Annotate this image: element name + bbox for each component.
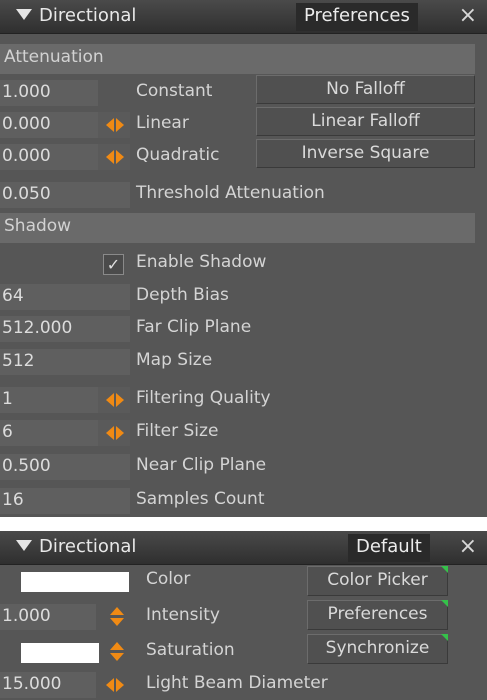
map-size-label: Map Size: [136, 350, 213, 370]
up-down-arrows-icon[interactable]: [110, 607, 124, 627]
intensity-field[interactable]: 1.000: [0, 604, 96, 630]
preferences-button-label: Preferences: [327, 604, 428, 624]
filtering-quality-label: Filtering Quality: [136, 388, 271, 408]
default-tab[interactable]: Default: [348, 534, 430, 562]
left-right-arrows-icon[interactable]: [106, 393, 126, 407]
collapse-triangle-icon[interactable]: [16, 540, 32, 551]
linear-label: Linear: [136, 113, 189, 133]
collapse-triangle-icon[interactable]: [16, 9, 32, 20]
threshold-attenuation-label: Threshold Attenuation: [136, 183, 325, 203]
color-picker-button-label: Color Picker: [327, 570, 428, 590]
synchronize-button[interactable]: Synchronize: [307, 634, 448, 664]
green-corner-icon: [441, 566, 448, 573]
filter-size-label: Filter Size: [136, 421, 219, 441]
left-right-arrows-icon[interactable]: [106, 678, 126, 692]
left-right-arrows-icon[interactable]: [106, 426, 126, 440]
preferences-tab[interactable]: Preferences: [296, 3, 418, 31]
depth-bias-row: 64 Depth Bias: [0, 282, 475, 312]
left-right-arrows-icon[interactable]: [106, 150, 126, 164]
enable-shadow-row: ✓ Enable Shadow: [0, 249, 475, 279]
threshold-attenuation-row: 0.050 Threshold Attenuation: [0, 180, 475, 210]
up-down-arrows-icon[interactable]: [110, 642, 124, 662]
near-clip-plane-label: Near Clip Plane: [136, 455, 267, 475]
green-corner-icon: [441, 600, 448, 607]
linear-field[interactable]: 0.000: [0, 112, 98, 138]
constant-field[interactable]: 1.000: [0, 80, 98, 106]
quadratic-label: Quadratic: [136, 145, 220, 165]
saturation-swatch[interactable]: [21, 643, 99, 663]
far-clip-plane-field[interactable]: 512.000: [0, 316, 130, 342]
no-falloff-button[interactable]: No Falloff: [256, 75, 475, 104]
panel-header[interactable]: Directional Preferences ×: [0, 0, 487, 34]
shadow-section-header[interactable]: Shadow: [0, 213, 475, 243]
color-swatch[interactable]: [21, 572, 129, 592]
samples-count-field[interactable]: 16: [0, 488, 130, 514]
far-clip-plane-row: 512.000 Far Clip Plane: [0, 314, 475, 344]
saturation-label: Saturation: [146, 640, 235, 660]
map-size-row: 512 Map Size: [0, 347, 475, 377]
depth-bias-field[interactable]: 64: [0, 284, 130, 310]
quadratic-field[interactable]: 0.000: [0, 144, 98, 170]
filtering-quality-row: 1 Filtering Quality: [0, 385, 475, 415]
light-beam-diameter-field[interactable]: 15.000: [0, 672, 96, 698]
panel-gap: [0, 517, 487, 531]
filter-size-field[interactable]: 6: [0, 420, 98, 446]
depth-bias-label: Depth Bias: [136, 285, 229, 305]
near-clip-plane-row: 0.500 Near Clip Plane: [0, 452, 475, 482]
filtering-quality-field[interactable]: 1: [0, 387, 98, 413]
preferences-button[interactable]: Preferences: [307, 600, 448, 630]
synchronize-button-label: Synchronize: [325, 638, 430, 658]
color-label: Color: [146, 569, 191, 589]
constant-label: Constant: [136, 81, 213, 101]
enable-shadow-label: Enable Shadow: [136, 252, 267, 272]
panel-header[interactable]: Directional Default ×: [0, 531, 487, 565]
green-corner-icon: [441, 634, 448, 641]
attenuation-section-header[interactable]: Attenuation: [0, 44, 475, 74]
directional-preferences-panel: Directional Preferences × Attenuation 1.…: [0, 0, 487, 517]
panel-title: Directional: [39, 536, 137, 557]
far-clip-plane-label: Far Clip Plane: [136, 317, 252, 337]
enable-shadow-checkbox[interactable]: ✓: [103, 254, 124, 275]
light-beam-diameter-label: Light Beam Diameter: [146, 673, 328, 693]
filter-size-row: 6 Filter Size: [0, 418, 475, 448]
light-beam-diameter-row: 15.000 Light Beam Diameter: [0, 670, 475, 700]
close-icon[interactable]: ×: [459, 2, 477, 30]
near-clip-plane-field[interactable]: 0.500: [0, 454, 130, 480]
linear-falloff-button[interactable]: Linear Falloff: [256, 107, 475, 136]
color-picker-button[interactable]: Color Picker: [307, 566, 448, 596]
intensity-label: Intensity: [146, 605, 220, 625]
inverse-square-button[interactable]: Inverse Square: [256, 139, 475, 168]
samples-count-row: 16 Samples Count: [0, 486, 475, 516]
left-right-arrows-icon[interactable]: [106, 118, 126, 132]
panel-title: Directional: [39, 5, 137, 26]
directional-default-panel: Directional Default × Color 1.000 Intens…: [0, 531, 487, 700]
threshold-attenuation-field[interactable]: 0.050: [0, 182, 130, 208]
close-icon[interactable]: ×: [459, 533, 477, 561]
samples-count-label: Samples Count: [136, 489, 265, 509]
map-size-field[interactable]: 512: [0, 349, 130, 375]
